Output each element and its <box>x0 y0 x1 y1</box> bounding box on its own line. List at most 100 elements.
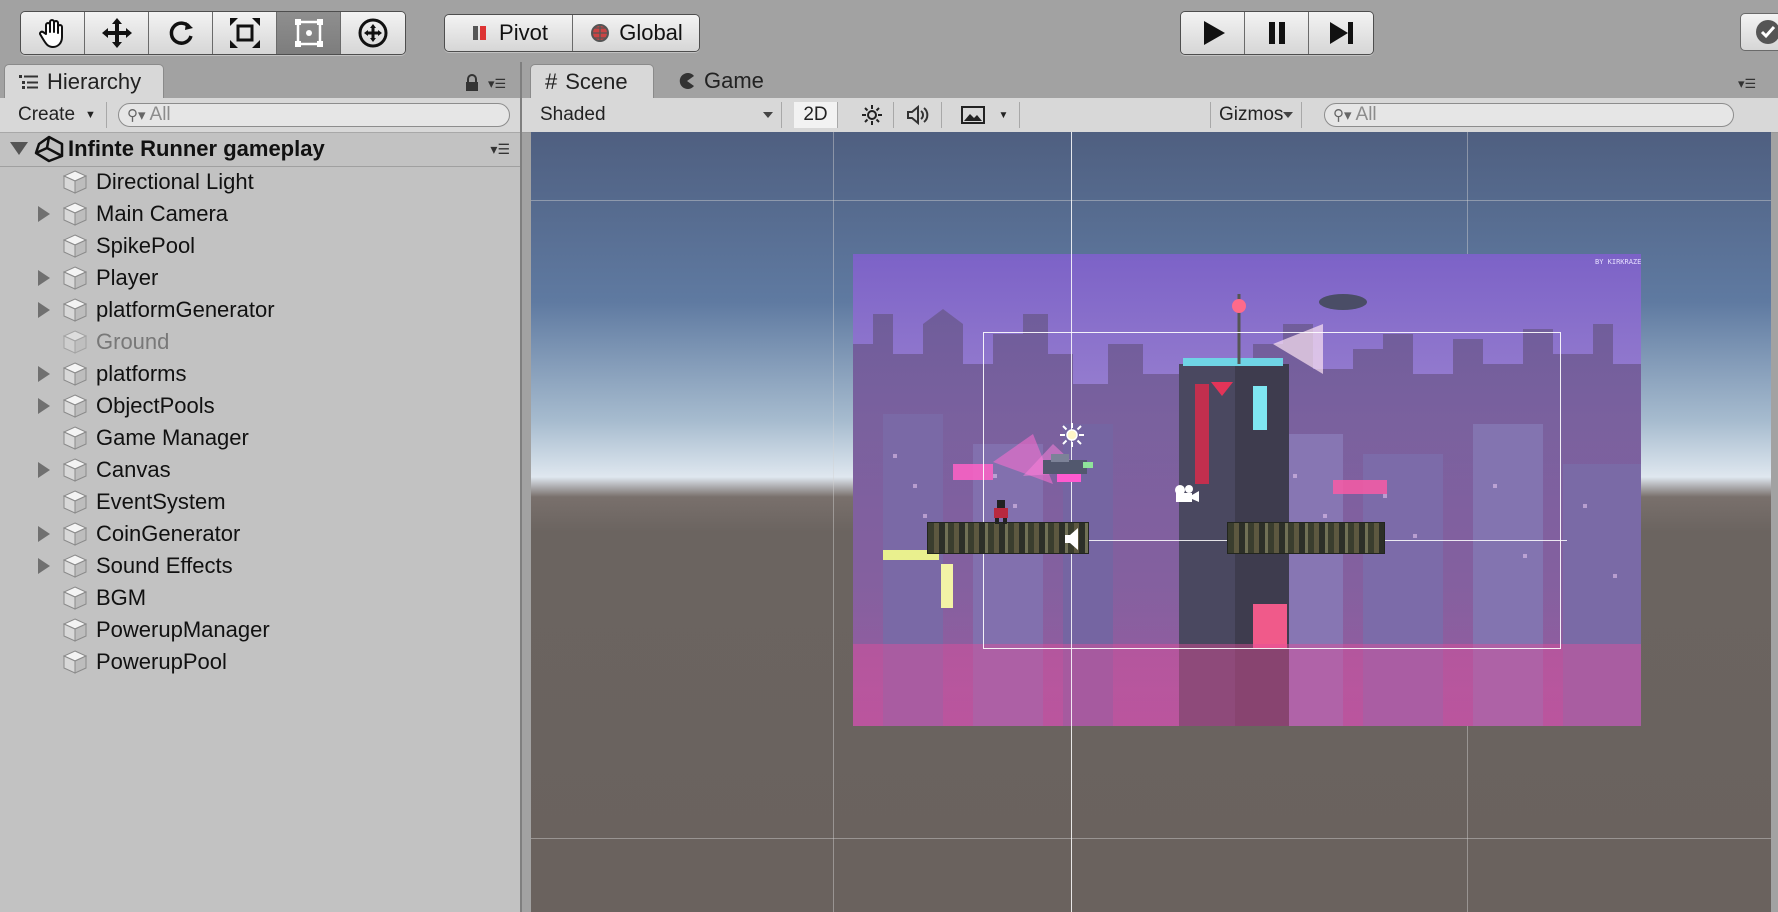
platform-sprite[interactable] <box>1227 522 1385 554</box>
scale-tool-button[interactable] <box>213 12 277 54</box>
hierarchy-item-label: Main Camera <box>96 201 229 226</box>
step-button[interactable] <box>1309 12 1373 54</box>
gameobject-cube-icon <box>62 490 88 514</box>
scene-tabbar: # Scene Game ▾☰ <box>522 62 1778 98</box>
audio-source-gizmo[interactable] <box>1063 526 1083 552</box>
hierarchy-item[interactable]: ObjectPools <box>0 390 520 422</box>
drone-sprite[interactable] <box>1037 450 1097 484</box>
scene-panel-menu-icon[interactable]: ▾☰ <box>1738 76 1756 92</box>
hierarchy-item[interactable]: Game Manager <box>0 422 520 454</box>
gameobject-cube-icon <box>62 650 88 674</box>
hierarchy-item-label: BGM <box>96 585 147 610</box>
hierarchy-item-label: CoinGenerator <box>96 521 241 546</box>
hierarchy-item-label: SpikePool <box>96 233 196 258</box>
lock-icon[interactable] <box>464 74 480 92</box>
hierarchy-item-label: PowerupPool <box>96 649 227 674</box>
hierarchy-item[interactable]: SpikePool <box>0 230 520 262</box>
hierarchy-item[interactable]: BGM <box>0 582 520 614</box>
move-arrows-icon <box>101 18 132 48</box>
gameobject-cube-icon <box>62 458 88 482</box>
gameobject-cube-icon <box>62 522 88 546</box>
list-icon <box>19 74 38 89</box>
scene-viewport[interactable]: BY KIRKRAZE <box>531 132 1771 912</box>
gameobject-cube-icon <box>62 234 88 258</box>
hierarchy-item-label: Player <box>96 265 159 290</box>
globe-icon <box>591 24 610 42</box>
move-tool-button[interactable] <box>85 12 149 54</box>
hierarchy-item[interactable]: Main Camera <box>0 198 520 230</box>
hierarchy-item-label: Sound Effects <box>96 553 233 578</box>
global-toggle[interactable]: Global <box>573 15 699 51</box>
hierarchy-item-label: ObjectPools <box>96 393 215 418</box>
hierarchy-search-input[interactable]: ⚲▾ All <box>118 103 510 127</box>
expand-triangle-icon[interactable] <box>38 526 50 542</box>
hierarchy-item[interactable]: platforms <box>0 358 520 390</box>
play-button[interactable] <box>1181 12 1245 54</box>
gameobject-cube-icon <box>62 618 88 642</box>
create-dropdown[interactable]: Create ▼ <box>8 102 107 128</box>
rect-tool-button[interactable] <box>277 12 341 54</box>
game-tab-label: Game <box>704 68 764 93</box>
pivot-label: Pivot <box>499 20 548 45</box>
grid-icon: # <box>545 68 558 94</box>
expand-triangle-icon[interactable] <box>38 302 50 318</box>
scene-search-placeholder: All <box>1355 104 1377 125</box>
hierarchy-item-label: platforms <box>96 361 187 386</box>
gizmos-dropdown[interactable]: Gizmos <box>1210 102 1302 128</box>
hierarchy-item[interactable]: PowerupManager <box>0 614 520 646</box>
hierarchy-item-label: Directional Light <box>96 169 254 194</box>
rect-transform-icon <box>294 19 323 47</box>
hierarchy-item[interactable]: Sound Effects <box>0 550 520 582</box>
expand-triangle-icon[interactable] <box>38 398 50 414</box>
expand-triangle-icon[interactable] <box>38 270 50 286</box>
chevron-down-icon <box>763 112 773 118</box>
expand-triangle-icon[interactable] <box>38 558 50 574</box>
scene-menu-icon[interactable]: ▾☰ <box>490 141 510 158</box>
scene-search-input[interactable]: ⚲▾ All <box>1324 103 1734 127</box>
hand-tool-button[interactable] <box>21 12 85 54</box>
gameobject-cube-icon <box>62 202 88 226</box>
hierarchy-item[interactable]: EventSystem <box>0 486 520 518</box>
playback-controls <box>1180 11 1374 55</box>
scene-name: Infinte Runner gameplay <box>68 136 325 161</box>
hierarchy-item[interactable]: Directional Light <box>0 166 520 198</box>
hierarchy-item[interactable]: platformGenerator <box>0 294 520 326</box>
transform-tool-button[interactable] <box>341 12 405 54</box>
tab-game[interactable]: Game <box>664 64 778 98</box>
effects-dropdown[interactable]: ▼ <box>950 102 1020 128</box>
expand-triangle-icon[interactable] <box>38 462 50 478</box>
collapse-triangle-icon[interactable] <box>10 142 28 155</box>
hierarchy-item[interactable]: PowerupPool <box>0 646 520 678</box>
hierarchy-item-label: platformGenerator <box>96 297 275 322</box>
lighting-toggle[interactable] <box>850 102 894 128</box>
camera-gizmo[interactable] <box>1171 482 1201 504</box>
hierarchy-tree: Directional Light Main Camera SpikePool Pla… <box>0 166 520 678</box>
gizmos-label: Gizmos <box>1219 104 1284 125</box>
rotate-tool-button[interactable] <box>149 12 213 54</box>
expand-triangle-icon[interactable] <box>38 366 50 382</box>
hierarchy-item[interactable]: Ground <box>0 326 520 358</box>
hierarchy-item[interactable]: Canvas <box>0 454 520 486</box>
draw-mode-dropdown[interactable]: Shaded <box>532 102 782 128</box>
pivot-toggle[interactable]: Pivot <box>445 15 573 51</box>
panel-menu-icon[interactable]: ▾☰ <box>488 76 506 92</box>
player-sprite[interactable] <box>989 498 1015 526</box>
tab-hierarchy[interactable]: Hierarchy <box>4 64 164 98</box>
toggle-2d-button[interactable]: 2D <box>794 102 838 128</box>
hierarchy-item[interactable]: CoinGenerator <box>0 518 520 550</box>
gameobject-cube-icon <box>62 298 88 322</box>
scene-root-row[interactable]: Infinte Runner gameplay ▾☰ <box>0 132 520 167</box>
tab-scene[interactable]: # Scene <box>530 64 654 98</box>
collab-button[interactable] <box>1740 13 1778 51</box>
global-label: Global <box>619 20 683 45</box>
scene-panel: # Scene Game ▾☰ Shaded 2D ▼ Gizmos ⚲▾ Al… <box>522 62 1778 912</box>
grid-line <box>833 132 834 912</box>
chevron-down-icon: ▼ <box>85 109 96 121</box>
pause-button[interactable] <box>1245 12 1309 54</box>
directional-light-gizmo[interactable] <box>1059 422 1085 448</box>
scene-tab-label: Scene <box>565 68 628 94</box>
audio-toggle[interactable] <box>896 102 942 128</box>
hierarchy-item[interactable]: Player <box>0 262 520 294</box>
expand-triangle-icon[interactable] <box>38 206 50 222</box>
gameobject-cube-icon <box>62 586 88 610</box>
